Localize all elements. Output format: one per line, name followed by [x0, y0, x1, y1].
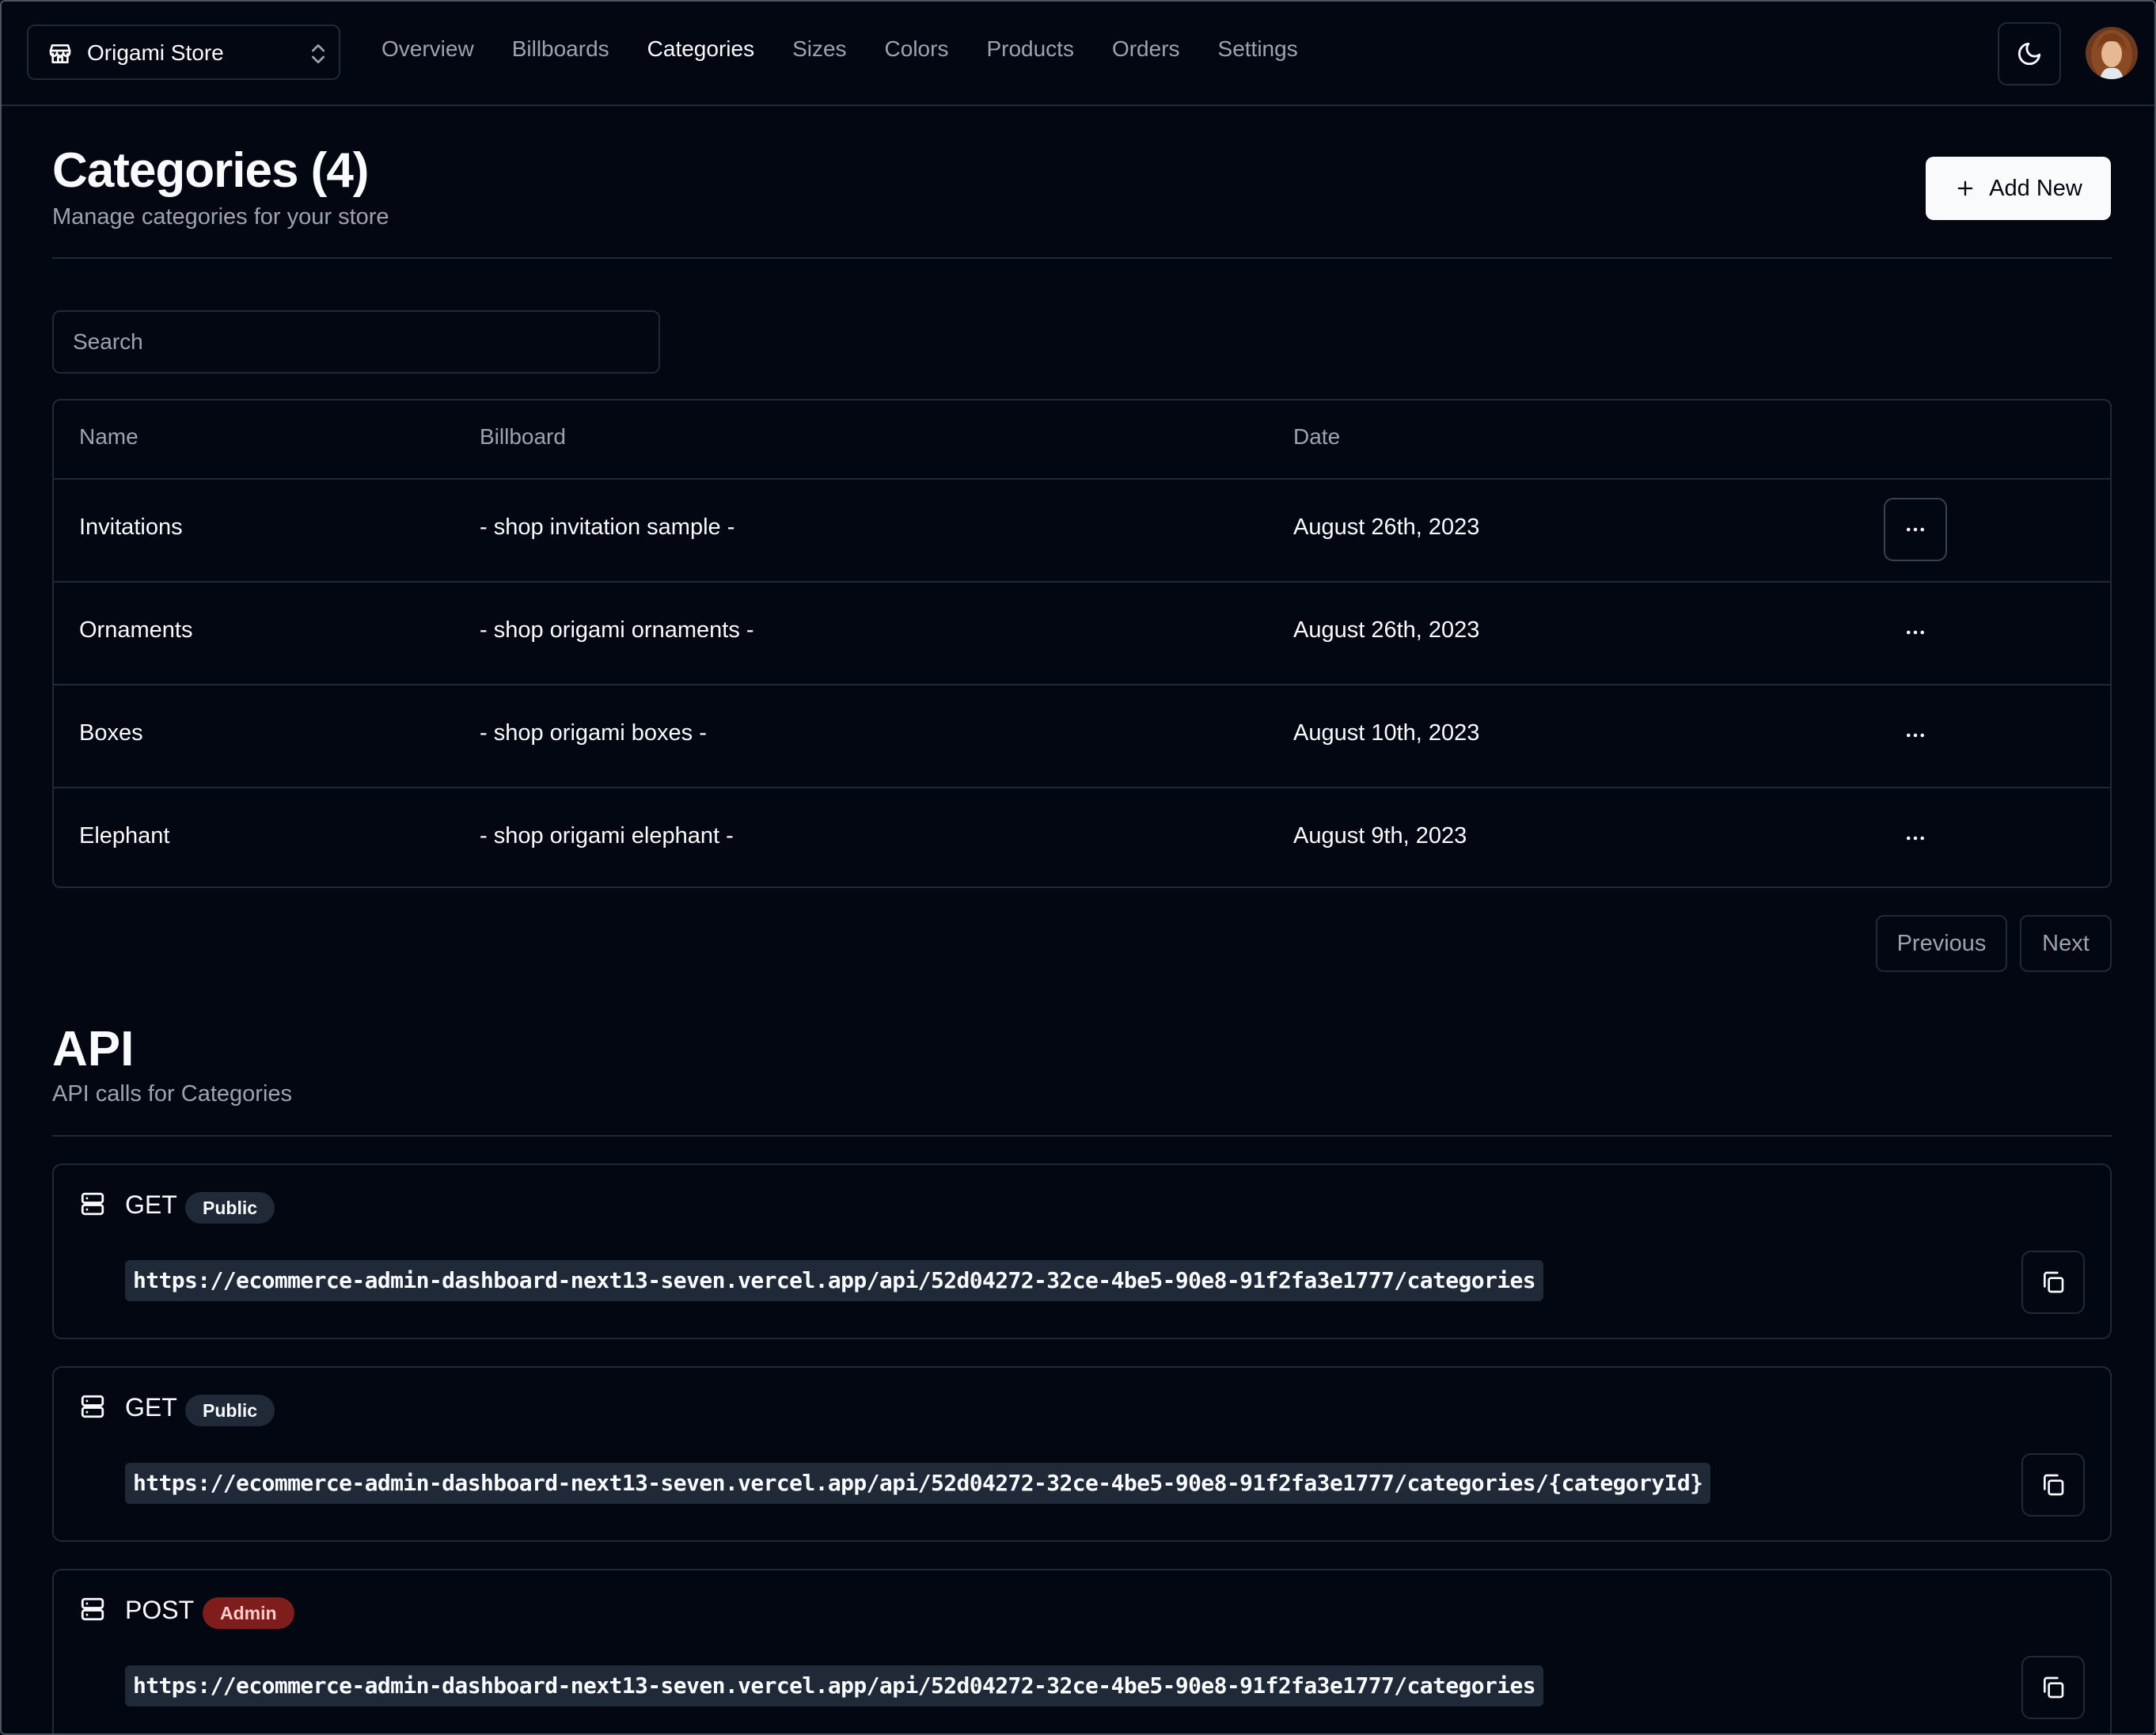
- http-method: POST: [125, 1596, 195, 1624]
- main-nav: Overview Billboards Categories Sizes Col…: [381, 36, 1336, 71]
- api-url: https://ecommerce-admin-dashboard-next13…: [125, 1463, 1711, 1504]
- store-icon: [49, 44, 71, 63]
- access-badge: Public: [185, 1395, 275, 1426]
- theme-toggle-button[interactable]: [1998, 22, 2061, 85]
- cell-date: August 10th, 2023: [1293, 720, 1480, 746]
- api-call-card: GET Public https://ecommerce-admin-dashb…: [52, 1164, 2112, 1339]
- api-separator: [52, 1135, 2112, 1137]
- access-badge: Admin: [203, 1597, 294, 1629]
- more-horizontal-icon: [1907, 630, 1924, 635]
- copy-url-button[interactable]: [2021, 1251, 2085, 1314]
- cell-name: Boxes: [79, 720, 143, 746]
- nav-settings[interactable]: Settings: [1218, 32, 1298, 66]
- api-call-card: GET Public https://ecommerce-admin-dashb…: [52, 1366, 2112, 1542]
- more-horizontal-icon: [1907, 527, 1924, 532]
- cell-billboard: - shop origami elephant -: [480, 823, 734, 849]
- api-url: https://ecommerce-admin-dashboard-next13…: [125, 1260, 1544, 1301]
- user-avatar[interactable]: [2086, 27, 2138, 79]
- header-separator: [52, 257, 2112, 259]
- cell-date: August 9th, 2023: [1293, 823, 1467, 849]
- access-badge: Public: [185, 1192, 275, 1224]
- server-icon: [81, 1192, 104, 1216]
- add-new-button[interactable]: Add New: [1926, 157, 2111, 220]
- plus-icon: [1957, 180, 1973, 196]
- store-switcher[interactable]: Origami Store: [27, 25, 340, 80]
- cell-billboard: - shop origami ornaments -: [480, 617, 754, 643]
- nav-categories[interactable]: Categories: [647, 32, 754, 66]
- nav-orders[interactable]: Orders: [1112, 32, 1180, 66]
- store-name: Origami Store: [87, 40, 224, 65]
- table-row: Boxes - shop origami boxes - August 10th…: [54, 684, 2110, 788]
- more-horizontal-icon: [1907, 733, 1924, 738]
- table-row: Invitations - shop invitation sample - A…: [54, 478, 2110, 583]
- copy-icon: [2044, 1676, 2064, 1699]
- cell-name: Elephant: [79, 823, 170, 849]
- cell-name: Invitations: [79, 514, 183, 540]
- avatar-image: [2086, 27, 2138, 79]
- column-header-billboard[interactable]: Billboard: [480, 424, 566, 450]
- nav-overview[interactable]: Overview: [381, 32, 474, 66]
- row-actions-button[interactable]: [1884, 601, 1947, 664]
- table-header: Name Billboard Date: [54, 401, 2110, 480]
- api-section-subtitle: API calls for Categories: [52, 1081, 293, 1107]
- nav-billboards[interactable]: Billboards: [512, 32, 609, 66]
- previous-page-button[interactable]: Previous: [1876, 915, 2007, 972]
- cell-date: August 26th, 2023: [1293, 514, 1480, 540]
- search-input[interactable]: [52, 310, 660, 374]
- copy-icon: [2044, 1474, 2064, 1496]
- copy-url-button[interactable]: [2021, 1656, 2085, 1719]
- server-icon: [81, 1597, 104, 1621]
- api-call-card: POST Admin https://ecommerce-admin-dashb…: [52, 1569, 2112, 1733]
- column-header-name[interactable]: Name: [79, 424, 139, 450]
- app-window: Origami Store Overview Billboards Catego…: [0, 0, 2156, 1735]
- http-method: GET: [125, 1393, 177, 1422]
- api-section-title: API: [52, 1022, 135, 1076]
- nav-colors[interactable]: Colors: [885, 32, 949, 66]
- copy-icon: [2044, 1271, 2064, 1293]
- api-url: https://ecommerce-admin-dashboard-next13…: [125, 1665, 1544, 1707]
- page-title: Categories (4): [52, 143, 369, 198]
- row-actions-button[interactable]: [1884, 704, 1947, 767]
- nav-sizes[interactable]: Sizes: [792, 32, 846, 66]
- add-new-label: Add New: [1989, 175, 2082, 201]
- cell-billboard: - shop origami boxes -: [480, 720, 707, 746]
- nav-products[interactable]: Products: [986, 32, 1074, 66]
- cell-date: August 26th, 2023: [1293, 617, 1480, 643]
- moon-icon: [2017, 42, 2041, 66]
- categories-table: Name Billboard Date Invitations - shop i…: [52, 399, 2112, 888]
- next-page-button[interactable]: Next: [2020, 915, 2112, 972]
- chevrons-up-down-icon: [312, 44, 325, 63]
- row-actions-button[interactable]: [1884, 498, 1947, 561]
- copy-url-button[interactable]: [2021, 1453, 2085, 1517]
- cell-billboard: - shop invitation sample -: [480, 514, 735, 540]
- server-icon: [81, 1395, 104, 1418]
- row-actions-button[interactable]: [1884, 807, 1947, 870]
- http-method: GET: [125, 1190, 177, 1219]
- column-header-date[interactable]: Date: [1293, 424, 1340, 450]
- table-row: Elephant - shop origami elephant - Augus…: [54, 787, 2110, 886]
- table-row: Ornaments - shop origami ornaments - Aug…: [54, 581, 2110, 685]
- page-subtitle: Manage categories for your store: [52, 204, 389, 230]
- more-horizontal-icon: [1907, 836, 1924, 841]
- cell-name: Ornaments: [79, 617, 193, 643]
- top-navbar: Origami Store Overview Billboards Catego…: [2, 2, 2154, 106]
